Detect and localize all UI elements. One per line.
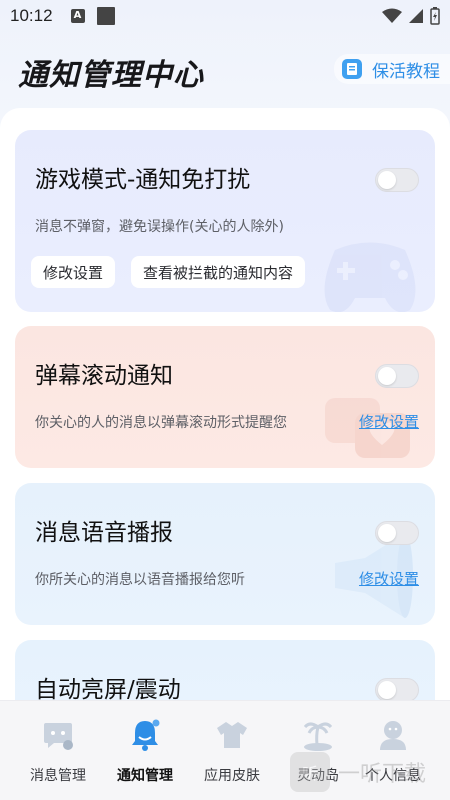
card-title: 游戏模式-通知免打扰 — [35, 167, 251, 193]
battery-icon — [430, 7, 440, 25]
modify-settings-button[interactable]: 修改设置 — [31, 256, 116, 288]
tutorial-label: 保活教程 — [372, 61, 440, 82]
card-description: 消息不弹窗，避免误操作(关心的人除外) — [35, 219, 284, 235]
app-notification-icon — [96, 7, 115, 25]
tab-label: 消息管理 — [30, 768, 86, 784]
game-mode-card: 游戏模式-通知免打扰 消息不弹窗，避免误操作(关心的人除外) 修改设置 查看被拦… — [15, 130, 435, 312]
voice-settings-link[interactable]: 修改设置 — [359, 568, 419, 589]
watermark-text: 一听下载 — [338, 762, 427, 787]
voice-broadcast-card: 消息语音播报 你所关心的消息以语音播报给您听 修改设置 — [15, 483, 435, 625]
view-blocked-notifications-button[interactable]: 查看被拦截的通知内容 — [131, 256, 306, 288]
card-description: 你所关心的消息以语音播报给您听 — [35, 572, 245, 588]
tab-message-manage[interactable]: 消息管理 — [13, 717, 103, 785]
keyboard-notification-icon: A — [70, 9, 85, 23]
tutorial-button[interactable]: 保活教程 — [334, 54, 450, 84]
signal-icon — [409, 9, 423, 23]
bell-icon — [132, 719, 160, 751]
shirt-icon — [217, 722, 247, 748]
book-icon — [342, 59, 362, 79]
gamepad-icon — [324, 242, 416, 312]
tab-label: 通知管理 — [117, 768, 173, 784]
card-title: 弹幕滚动通知 — [35, 363, 173, 389]
status-time: 10:12 — [10, 6, 53, 25]
header: 通知管理中心 保活教程 — [0, 44, 450, 94]
watermark: 听 一听下载 — [290, 752, 426, 792]
wifi-icon — [382, 8, 402, 23]
danmaku-toggle[interactable] — [375, 364, 419, 388]
card-title: 消息语音播报 — [35, 520, 173, 546]
page-title: 通知管理中心 — [18, 58, 204, 93]
danmaku-settings-link[interactable]: 修改设置 — [359, 411, 419, 432]
status-bar: 10:12 A — [0, 0, 450, 32]
person-icon — [380, 721, 406, 750]
tab-label: 应用皮肤 — [204, 768, 260, 784]
voice-broadcast-toggle[interactable] — [375, 521, 419, 545]
island-icon — [303, 722, 333, 751]
card-description: 你关心的人的消息以弹幕滚动形式提醒您 — [35, 415, 287, 431]
message-manage-icon — [44, 723, 73, 750]
auto-wake-toggle[interactable] — [375, 678, 419, 702]
card-title: 自动亮屏/震动 — [35, 677, 181, 703]
tab-notification-manage[interactable]: 通知管理 — [100, 717, 190, 785]
game-mode-toggle[interactable] — [375, 168, 419, 192]
tab-app-skin[interactable]: 应用皮肤 — [187, 717, 277, 785]
watermark-logo: 听 — [290, 752, 330, 792]
danmaku-notification-card: 弹幕滚动通知 你关心的人的消息以弹幕滚动形式提醒您 修改设置 — [15, 326, 435, 468]
